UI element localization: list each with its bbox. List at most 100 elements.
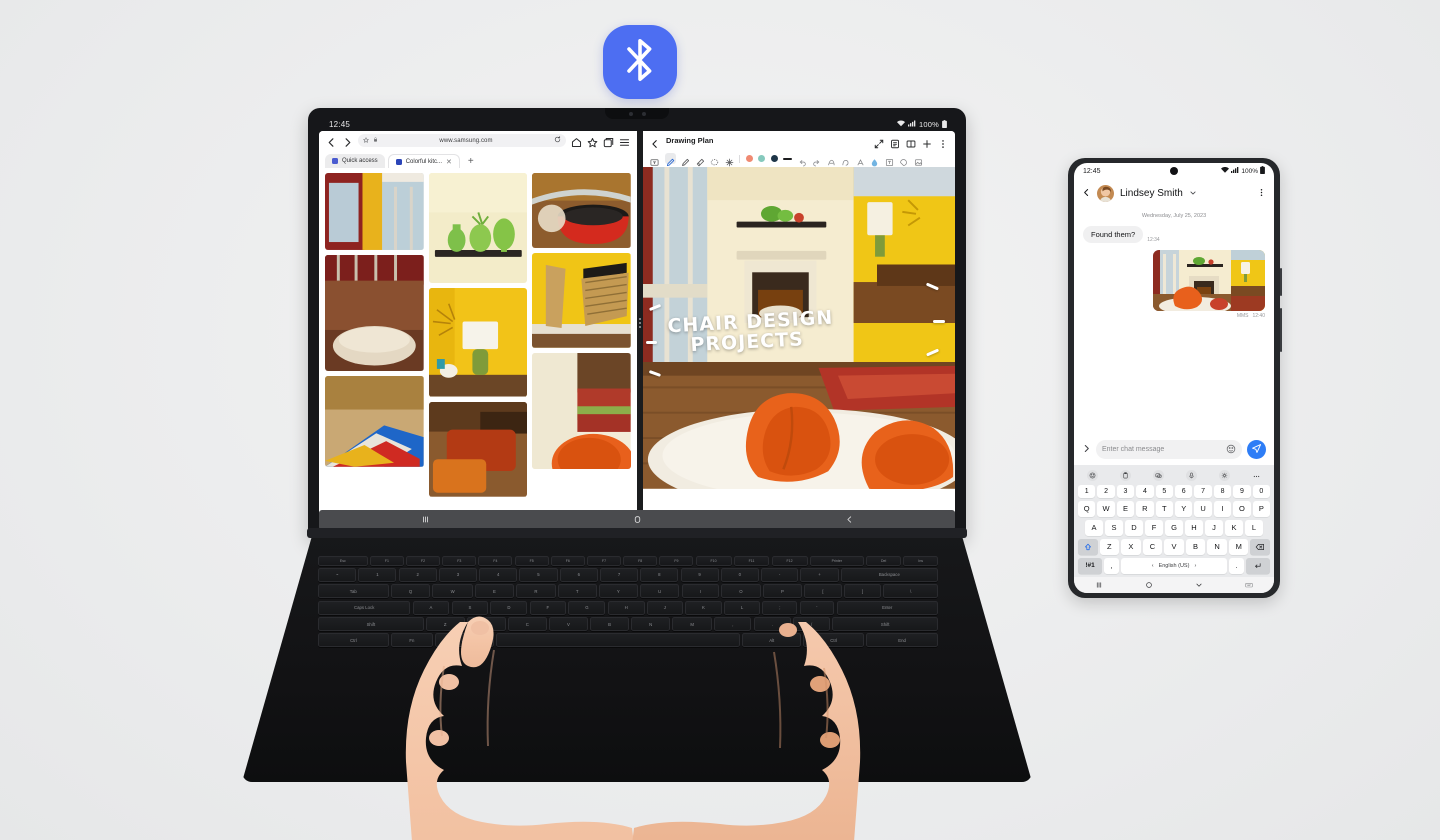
space-next-language[interactable]: › (1194, 563, 1196, 569)
vkey-f[interactable]: F (1145, 519, 1163, 536)
keyboard-row-bottom[interactable]: !#1 , ‹ English (US) › . (1076, 556, 1272, 575)
key-d[interactable]: D (490, 600, 528, 615)
emoji-icon[interactable] (1226, 444, 1236, 456)
grid-image-yellow-wall-lamp[interactable] (428, 288, 528, 397)
key-7[interactable]: 7 (599, 567, 639, 582)
text-box-icon[interactable] (650, 154, 659, 166)
tab-count-icon[interactable] (603, 135, 614, 148)
grid-image-orange-chair-rug[interactable] (532, 352, 631, 470)
key-f8[interactable]: F8 (623, 556, 658, 566)
key-comma[interactable]: , (714, 617, 752, 632)
enter-icon[interactable] (1245, 557, 1270, 574)
message-thread[interactable]: Wednesday, July 25, 2023 Found them? 12:… (1074, 207, 1274, 435)
vkey-g[interactable]: G (1165, 519, 1183, 536)
key-f7[interactable]: F7 (587, 556, 622, 566)
vkey-b[interactable]: B (1185, 538, 1206, 555)
key-enter[interactable]: Enter (836, 600, 938, 615)
key-space[interactable] (495, 633, 741, 648)
recents-icon[interactable] (1095, 576, 1103, 593)
chevron-right-icon[interactable] (1082, 443, 1091, 457)
vkey-v[interactable]: V (1164, 538, 1184, 555)
vkey-space[interactable]: ‹ English (US) › (1121, 557, 1227, 574)
key-6[interactable]: 6 (559, 567, 598, 582)
eraser-icon[interactable] (696, 154, 705, 167)
grid-image-colorful-papers[interactable] (325, 376, 424, 468)
vkey-s[interactable]: S (1105, 519, 1123, 536)
key-u[interactable]: U (640, 584, 680, 599)
key-f3[interactable]: F3 (442, 556, 477, 566)
vkey-p[interactable]: P (1252, 500, 1271, 517)
more-vertical-icon[interactable] (1257, 184, 1266, 202)
key-tab[interactable]: Tab (318, 584, 389, 599)
home-row[interactable]: Caps Lock A S D F G H J K L ; ' Enter (318, 600, 938, 615)
vkey-m[interactable]: M (1228, 538, 1249, 555)
book-view-icon[interactable] (906, 136, 916, 147)
clipboard-icon[interactable] (1120, 470, 1131, 481)
physical-keyboard[interactable]: Esc F1 F2 F3 F4 F5 F6 F7 F8 F9 F10 F11 F… (318, 556, 939, 650)
key-2[interactable]: 2 (398, 567, 437, 582)
key-o[interactable]: O (721, 584, 761, 599)
add-icon[interactable] (922, 136, 932, 148)
key-end[interactable]: End (866, 633, 938, 648)
keyboard-row-zxcv[interactable]: Z X C V B N M (1076, 537, 1272, 556)
bookmark-star-icon[interactable] (587, 135, 598, 148)
menu-icon[interactable] (619, 135, 630, 146)
vkey-9[interactable]: 9 (1233, 484, 1251, 498)
key-f10[interactable]: F10 (695, 556, 732, 566)
forward-icon[interactable] (342, 135, 353, 147)
keyboard-icon[interactable] (1245, 576, 1253, 593)
key-4[interactable]: 4 (479, 567, 518, 582)
vkey-symbols[interactable]: !#1 (1078, 557, 1103, 574)
vkey-6[interactable]: 6 (1175, 484, 1193, 498)
key-caps-lock[interactable]: Caps Lock (318, 600, 411, 615)
vkey-comma[interactable]: , (1104, 557, 1120, 574)
key-shift-left[interactable]: Shift (318, 617, 424, 632)
key-ctrl-right[interactable]: Ctrl (803, 633, 864, 648)
key-q[interactable]: Q (390, 584, 431, 599)
expand-icon[interactable] (874, 136, 884, 148)
key-z[interactable]: Z (425, 617, 465, 632)
vkey-e[interactable]: E (1116, 500, 1135, 517)
shape-c-icon[interactable] (856, 154, 865, 166)
back-icon[interactable] (650, 136, 660, 148)
vkey-a[interactable]: A (1085, 519, 1103, 536)
vkey-i[interactable]: I (1213, 500, 1232, 517)
home-icon[interactable] (571, 135, 582, 147)
vkey-1[interactable]: 1 (1077, 484, 1096, 498)
key-t[interactable]: T (557, 584, 597, 599)
grid-image-green-vases-shelf[interactable] (428, 173, 528, 284)
vkey-k[interactable]: K (1225, 519, 1243, 536)
text-insert-icon[interactable] (885, 154, 894, 167)
vkey-4[interactable]: 4 (1136, 484, 1154, 498)
key-f11[interactable]: F11 (733, 556, 770, 566)
settings-gear-icon[interactable] (1219, 470, 1230, 481)
key-f9[interactable]: F9 (659, 556, 694, 566)
key-bracket-left[interactable]: [ (804, 584, 842, 599)
key-shift-right[interactable]: Shift (832, 617, 939, 632)
more-horizontal-icon[interactable] (1252, 467, 1261, 485)
color-swatch-navy[interactable] (770, 155, 778, 162)
key-y[interactable]: Y (598, 584, 638, 599)
chat-input[interactable]: Enter chat message (1096, 440, 1242, 459)
microphone-icon[interactable] (1186, 470, 1197, 481)
back-chevron-icon[interactable] (845, 511, 854, 529)
key-g[interactable]: G (568, 600, 606, 615)
key-j[interactable]: J (646, 600, 683, 615)
key-printer[interactable]: Printer (809, 556, 864, 566)
grid-image-wood-floor-basket[interactable] (325, 254, 424, 372)
notes-canvas[interactable]: CHAIR DESIGN PROJECTS (643, 167, 955, 515)
vkey-j[interactable]: J (1205, 519, 1223, 536)
highlighter-icon[interactable] (681, 154, 690, 166)
more-vertical-icon[interactable] (938, 136, 948, 148)
key-9[interactable]: 9 (680, 567, 719, 582)
color-swatch-teal[interactable] (758, 155, 765, 162)
virtual-keyboard[interactable]: 1 2 3 4 5 6 7 8 9 0 Q W E R T Y U I O P … (1074, 465, 1274, 577)
recents-icon[interactable] (421, 511, 430, 529)
phone-side-button-volume[interactable] (1279, 268, 1282, 296)
key-quote[interactable]: ' (799, 600, 835, 615)
key-slash[interactable]: / (792, 617, 831, 632)
key-0[interactable]: 0 (720, 567, 759, 582)
key-fn[interactable]: Fn (391, 633, 433, 648)
key-3[interactable]: 3 (438, 567, 477, 582)
vkey-7[interactable]: 7 (1194, 484, 1212, 498)
